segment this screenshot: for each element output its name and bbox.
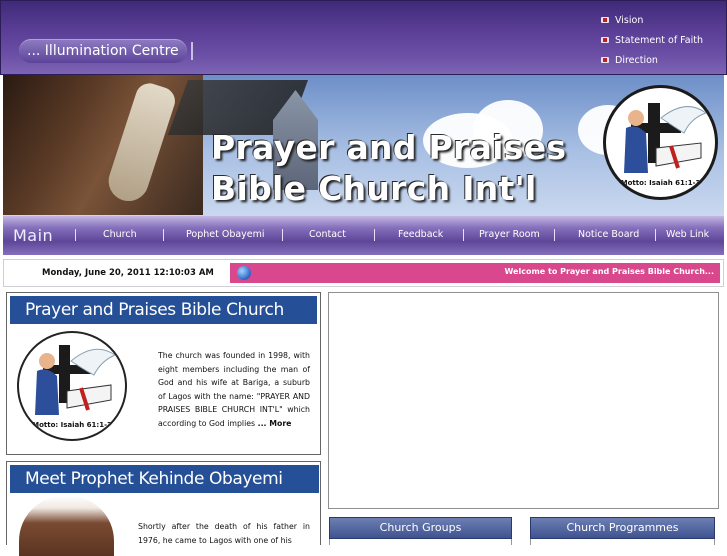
- ticker-text[interactable]: Welcome to Prayer and Praises Bible Chur…: [505, 267, 715, 276]
- vision-link[interactable]: Vision: [601, 10, 703, 30]
- menu-item-notice-board[interactable]: Notice Board: [578, 229, 639, 240]
- menu-divider: [655, 229, 656, 241]
- direction-link-label: Direction: [615, 54, 658, 66]
- logo-motto: Motto: Isaiah 61:1-3: [620, 179, 701, 187]
- direction-link[interactable]: Direction: [601, 50, 703, 70]
- main-menu: Main Church Pophet Obayemi Contact Feedb…: [3, 215, 724, 255]
- church-logo: Motto: Isaiah 61:1-3: [603, 85, 718, 200]
- menu-item-prayer-room[interactable]: Prayer Room: [479, 229, 540, 240]
- banner-title-line2: Bible Church Int'l: [211, 169, 537, 208]
- welcome-ticker: Welcome to Prayer and Praises Bible Chur…: [230, 263, 720, 283]
- main-content-area: [328, 292, 719, 509]
- menu-divider: [554, 229, 555, 241]
- top-header: ... Illumination Centre Vision Statement…: [0, 0, 727, 75]
- vision-link-label: Vision: [615, 14, 644, 26]
- menu-item-contact[interactable]: Contact: [309, 229, 346, 240]
- church-panel-title: Prayer and Praises Bible Church: [10, 296, 317, 324]
- church-programmes-body: [530, 539, 715, 545]
- more-link[interactable]: ... More: [258, 419, 292, 428]
- church-intro-body: The church was founded in 1998, with eig…: [158, 351, 310, 428]
- church-programmes-header[interactable]: Church Programmes: [530, 517, 715, 539]
- menu-item-feedback[interactable]: Feedback: [398, 229, 443, 240]
- statement-of-faith-link[interactable]: Statement of Faith: [601, 30, 703, 50]
- top-links: Vision Statement of Faith Direction: [601, 10, 703, 70]
- menu-main-label[interactable]: Main: [13, 226, 53, 245]
- bullet-icon: [601, 37, 609, 43]
- logo-motto: Motto: Isaiah 61:1-3: [32, 421, 112, 429]
- date-time: Monday, June 20, 2011 12:10:03 AM: [42, 268, 214, 278]
- prophet-intro-text: Shortly after the death of his father in…: [138, 522, 310, 545]
- church-logo-small: Motto: Isaiah 61:1-3: [17, 331, 127, 441]
- banner: Prayer and Praises Bible Church Int'l Mo…: [3, 75, 724, 215]
- site-brand[interactable]: ... Illumination Centre: [19, 39, 187, 63]
- prophet-panel-title: Meet Prophet Kehinde Obayemi: [10, 465, 319, 493]
- menu-divider: [75, 229, 76, 241]
- church-groups-body: [329, 539, 512, 545]
- menu-item-church[interactable]: Church: [103, 229, 137, 240]
- church-panel: Prayer and Praises Bible Church Motto: I…: [6, 292, 321, 455]
- brand-divider: [191, 42, 193, 60]
- church-intro-text: The church was founded in 1998, with eig…: [158, 349, 310, 430]
- menu-item-prophet[interactable]: Pophet Obayemi: [186, 229, 265, 240]
- globe-icon: [237, 266, 251, 280]
- menu-item-web-link[interactable]: Web Link: [666, 229, 709, 240]
- statement-of-faith-link-label: Statement of Faith: [615, 34, 703, 46]
- menu-divider: [163, 229, 164, 241]
- menu-divider: [463, 229, 464, 241]
- prophet-panel: Meet Prophet Kehinde Obayemi Shortly aft…: [6, 461, 321, 556]
- menu-divider: [282, 229, 283, 241]
- bullet-icon: [601, 57, 609, 63]
- status-bar: Monday, June 20, 2011 12:10:03 AM Welcom…: [3, 259, 724, 287]
- banner-title: Prayer and Praises Bible Church Int'l: [211, 127, 566, 209]
- church-groups-header[interactable]: Church Groups: [329, 517, 512, 539]
- menu-divider: [374, 229, 375, 241]
- banner-title-line1: Prayer and Praises: [211, 128, 567, 167]
- prophet-photo: [19, 496, 114, 556]
- bullet-icon: [601, 17, 609, 23]
